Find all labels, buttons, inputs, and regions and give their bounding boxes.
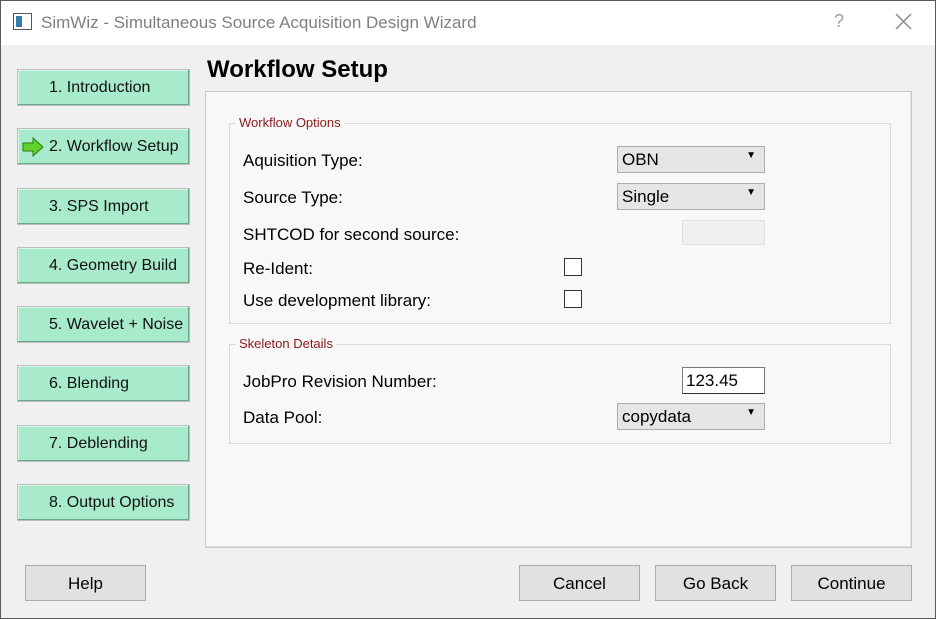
nav-item-label: 4. Geometry Build — [49, 257, 178, 274]
nav-wavelet-noise-button[interactable]: 5. Wavelet + Noise — [17, 306, 190, 343]
title-bar: SimWiz - Simultaneous Source Acquisition… — [1, 1, 935, 45]
cancel-button-label: Cancel — [553, 574, 606, 593]
nav-item-label: 2. Workflow Setup — [49, 138, 179, 155]
close-icon[interactable] — [894, 9, 914, 33]
window-title: SimWiz - Simultaneous Source Acquisition… — [41, 13, 477, 32]
app-window-icon — [13, 13, 32, 30]
nav-introduction-button[interactable]: 1. Introduction — [17, 69, 190, 106]
nav-item-label: 3. SPS Import — [49, 198, 149, 215]
source-type-select[interactable]: Single ▼ — [617, 183, 765, 210]
nav-deblending-button[interactable]: 7. Deblending — [17, 425, 190, 462]
nav-workflow-setup-button[interactable]: 2. Workflow Setup — [17, 128, 190, 165]
help-button[interactable]: Help — [25, 565, 146, 601]
nav-item-label: 8. Output Options — [49, 494, 175, 511]
jobpro-revision-label: JobPro Revision Number: — [243, 372, 437, 391]
nav-sps-import-button[interactable]: 3. SPS Import — [17, 188, 190, 225]
dropdown-caret-icon: ▼ — [746, 150, 756, 161]
nav-item-label: 7. Deblending — [49, 435, 148, 452]
nav-item-label: 1. Introduction — [49, 79, 151, 96]
continue-button-label: Continue — [817, 574, 886, 593]
source-type-value: Single — [622, 187, 670, 206]
green-arrow-icon — [22, 137, 44, 157]
shtcod-input — [682, 220, 765, 245]
dropdown-caret-icon: ▼ — [746, 187, 756, 198]
skeleton-details-title: Skeleton Details — [236, 336, 336, 351]
page-title: Workflow Setup — [207, 56, 388, 83]
help-button-label: Help — [68, 574, 103, 593]
shtcod-label: SHTCOD for second source: — [243, 225, 460, 244]
dev-library-checkbox[interactable] — [564, 290, 582, 308]
wizard-window: SimWiz - Simultaneous Source Acquisition… — [0, 0, 936, 619]
dev-library-label: Use development library: — [243, 291, 432, 310]
acquisition-type-value: OBN — [622, 150, 659, 169]
re-ident-checkbox[interactable] — [564, 258, 582, 276]
content-panel: Workflow Options Aquisition Type: OBN ▼ … — [205, 91, 912, 548]
nav-output-options-button[interactable]: 8. Output Options — [17, 484, 190, 521]
jobpro-revision-input[interactable]: 123.45 — [682, 367, 765, 394]
nav-item-label: 5. Wavelet + Noise — [49, 316, 184, 333]
skeleton-details-group — [229, 344, 891, 444]
re-ident-label: Re-Ident: — [243, 259, 313, 278]
cancel-button[interactable]: Cancel — [519, 565, 640, 601]
nav-geometry-build-button[interactable]: 4. Geometry Build — [17, 247, 190, 284]
data-pool-label: Data Pool: — [243, 408, 323, 427]
acquisition-type-select[interactable]: OBN ▼ — [617, 146, 765, 173]
acquisition-type-label: Aquisition Type: — [243, 151, 363, 170]
jobpro-revision-value: 123.45 — [686, 371, 738, 390]
continue-button[interactable]: Continue — [791, 565, 912, 601]
data-pool-select[interactable]: copydata ▼ — [617, 403, 765, 430]
source-type-label: Source Type: — [243, 188, 343, 207]
nav-item-label: 6. Blending — [49, 375, 130, 392]
help-titlebar-button[interactable]: ? — [834, 11, 844, 32]
data-pool-value: copydata — [622, 407, 691, 426]
go-back-button-label: Go Back — [682, 574, 749, 593]
go-back-button[interactable]: Go Back — [655, 565, 776, 601]
nav-blending-button[interactable]: 6. Blending — [17, 365, 190, 402]
dropdown-caret-icon: ▼ — [746, 407, 756, 418]
workflow-options-title: Workflow Options — [236, 115, 344, 130]
